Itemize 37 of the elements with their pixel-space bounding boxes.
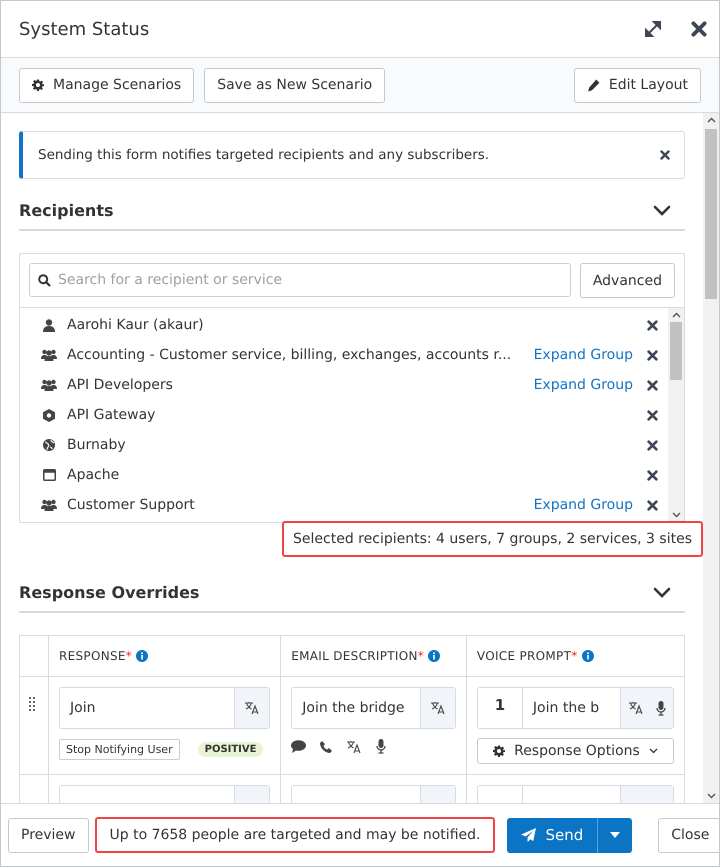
section-title: Response Overrides <box>19 582 200 602</box>
voice-prompt-field[interactable]: 1 Join the b <box>476 687 674 729</box>
recipient-name: Apache <box>67 467 120 483</box>
column-header: RESPONSE <box>59 649 126 663</box>
column-header: EMAIL DESCRIPTION <box>291 649 418 663</box>
response-options-button[interactable]: Response Options <box>476 738 674 764</box>
toolbar-button[interactable]: Save as New Scenario <box>204 68 386 102</box>
search-field[interactable]: Search for a recipient or service <box>29 263 571 297</box>
banner-text: Sending this form notifies targeted recipients and any subscribers. <box>38 147 490 163</box>
recipient-name: Accounting - Customer service, billing, exchanges, accounts r... <box>67 347 512 363</box>
stop-notifying-button[interactable]: Stop Notifying User <box>59 739 180 760</box>
toolbar-button[interactable]: Manage Scenarios <box>19 68 194 102</box>
prompt-number: 1 <box>478 688 523 728</box>
recipient-name: API Developers <box>67 377 174 393</box>
preview-button[interactable]: Preview <box>8 818 88 852</box>
status-tag: POSITIVE <box>198 742 264 757</box>
email-description-field[interactable]: Join the bridge <box>291 687 456 729</box>
notification-message: Up to 7658 people are targeted and may be notified. <box>96 819 494 851</box>
advanced-button[interactable]: Advanced <box>580 263 675 298</box>
window-title: System Status <box>19 18 150 40</box>
required-mark: * <box>126 649 132 663</box>
edit-layout-button[interactable]: Edit Layout <box>574 68 701 102</box>
required-mark: * <box>571 649 578 663</box>
expand-group-link[interactable]: Expand Group <box>534 377 633 393</box>
required-mark: * <box>418 649 424 663</box>
column-header: VOICE PROMPT <box>476 649 572 663</box>
recipient-name: API Gateway <box>67 407 156 423</box>
close-button[interactable]: Close <box>658 818 719 852</box>
recipient-name: Burnaby <box>67 437 127 453</box>
response-field[interactable]: Join <box>59 687 270 729</box>
expand-group-link[interactable]: Expand Group <box>534 497 633 513</box>
section-title: Recipients <box>19 200 114 220</box>
send-button[interactable]: Send <box>507 818 598 852</box>
expand-group-link[interactable]: Expand Group <box>534 347 633 363</box>
recipient-name: Customer Support <box>67 497 196 513</box>
recipients-summary: Selected recipients: 4 users, 7 groups, 2 services, 3 sites <box>284 523 701 555</box>
recipient-name: Aarohi Kaur (akaur) <box>67 317 205 333</box>
